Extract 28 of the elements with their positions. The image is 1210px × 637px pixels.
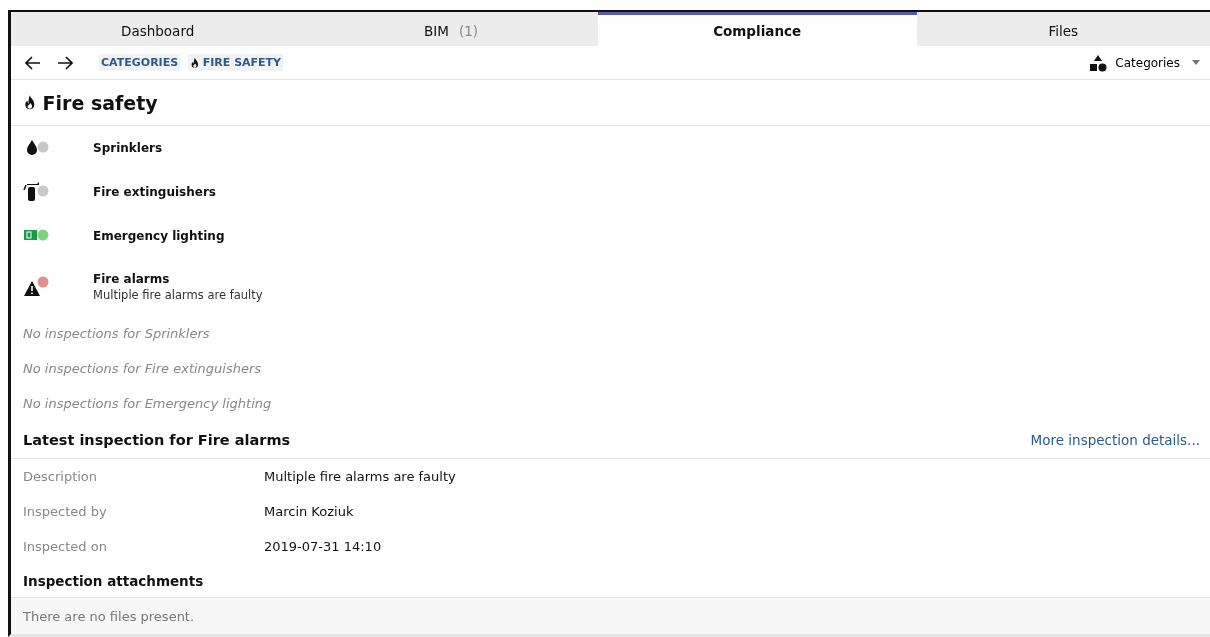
category-name[interactable]: Sprinklers [93, 141, 163, 155]
field-value: 2019-07-31 14:10 [264, 539, 383, 554]
shapes-icon [1089, 53, 1108, 72]
flame-icon [190, 56, 200, 69]
field-label: Inspected by [23, 504, 108, 519]
warning-icon [23, 276, 49, 298]
category-name[interactable]: Fire extinguishers [93, 185, 216, 199]
category-note: Multiple fire alarms are faulty [93, 288, 263, 302]
field-value: Multiple fire alarms are faulty [264, 469, 457, 484]
category-name[interactable]: Fire alarms [93, 272, 263, 286]
empty-message: There are no files present. [11, 598, 1210, 634]
empty-message: No inspections for Sprinklers [22, 325, 211, 343]
field-value: Marcin Koziuk [264, 504, 355, 519]
categories-dropdown[interactable]: Categories [1089, 53, 1200, 72]
breadcrumb-link[interactable]: CATEGORIES [99, 54, 181, 71]
section-heading: Latest inspection for Fire alarms [23, 431, 291, 448]
flame-icon [23, 94, 37, 111]
details-link[interactable]: More inspection details... [1030, 431, 1200, 448]
breadcrumb-link[interactable]: FIRE SAFETY [188, 54, 284, 71]
field-label: Inspected on [23, 539, 108, 554]
tab[interactable]: Compliance [597, 12, 917, 46]
empty-message: No inspections for Emergency lighting [22, 395, 273, 413]
caret-icon [1192, 60, 1200, 65]
empty-message: No inspections for Fire extinguishers [22, 360, 263, 378]
category-name[interactable]: Emergency lighting [93, 229, 225, 243]
field-label: Description [23, 469, 99, 484]
page-title: Fire safety [11, 80, 1210, 126]
extinguisher-icon [23, 181, 49, 203]
